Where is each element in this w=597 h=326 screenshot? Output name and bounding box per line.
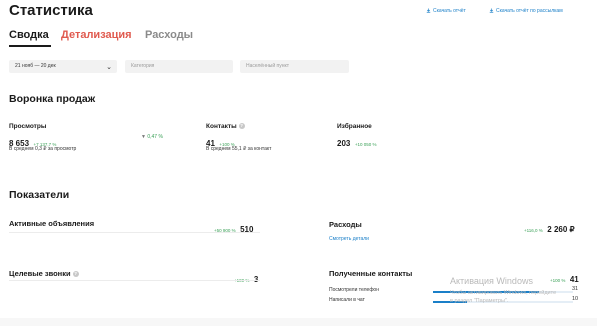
viewed-phone-value: 31 xyxy=(572,286,579,292)
windows-watermark-line3: в раздел "Параметры". xyxy=(450,298,509,304)
favorites-value: 203 xyxy=(337,139,351,148)
active-ads-label: Активные объявления xyxy=(9,219,95,228)
download-mailing-link[interactable]: Скачать отчёт по рассылкам xyxy=(489,8,563,14)
viewed-phone-label: Посмотрели телефон xyxy=(329,287,379,293)
tab-expenses[interactable]: Расходы xyxy=(145,29,193,41)
bottom-strip xyxy=(0,318,597,326)
category-input[interactable]: Категория xyxy=(125,60,233,73)
download-icon xyxy=(489,8,494,13)
chevron-down-icon: ⌄ xyxy=(106,64,112,71)
funnel-title: Воронка продаж xyxy=(9,93,96,105)
location-placeholder: Населённый пункт xyxy=(246,63,290,69)
page-title: Статистика xyxy=(9,2,93,19)
category-placeholder: Категория xyxy=(131,63,155,69)
info-icon[interactable]: ? xyxy=(72,271,79,278)
conversion-value: 0,47 % xyxy=(147,134,163,140)
target-calls-label-row: Целевые звонки? xyxy=(9,269,79,278)
received-contacts-label: Полученные контакты xyxy=(329,269,413,278)
conversion-arrow-icon: ▼ xyxy=(141,134,146,140)
active-ads-value-row: +50 900 % 510 xyxy=(214,219,253,237)
contacts-label-row: Контакты? xyxy=(206,123,245,130)
target-calls-value-row: +100 % 3 xyxy=(234,269,258,287)
windows-watermark-title: Активация Windows xyxy=(450,276,533,286)
download-report-label: Скачать отчёт xyxy=(433,8,466,14)
wrote-chat-value: 10 xyxy=(572,296,579,302)
contacts-label: Контакты xyxy=(206,123,237,130)
favorites-label: Избранное xyxy=(337,123,372,130)
download-mailing-label: Скачать отчёт по рассылкам xyxy=(496,8,563,14)
expenses-delta: +116,0 % xyxy=(524,228,543,233)
metrics-title: Показатели xyxy=(9,189,70,201)
tab-details[interactable]: Детализация xyxy=(61,29,132,41)
views-label: Просмотры xyxy=(9,123,47,130)
tab-summary[interactable]: Сводка xyxy=(9,29,49,41)
windows-watermark-line2: Чтобы активировать Windows, перейдите xyxy=(450,290,557,296)
expenses-value-row: +116,0 % 2 260 ₽ xyxy=(524,219,575,237)
target-calls-divider xyxy=(9,280,260,281)
expenses-value: 2 260 ₽ xyxy=(547,225,575,234)
active-tab-indicator xyxy=(9,45,51,47)
target-calls-label: Целевые звонки xyxy=(9,269,71,278)
expenses-details-link[interactable]: Смотреть детали xyxy=(329,236,369,242)
views-note: В среднем 0,3 ₽ за просмотр xyxy=(9,146,77,152)
contacts-note: В среднем 55,1 ₽ за контакт xyxy=(206,146,272,152)
conversion-indicator: ▼ 0,47 % xyxy=(141,134,163,140)
favorites-delta: +10 050 % xyxy=(354,142,377,147)
date-range-value: 21 нояб — 20 дек xyxy=(15,63,56,69)
date-range-select[interactable]: 21 нояб — 20 дек ⌄ xyxy=(9,60,117,73)
received-contacts-value-row: +100 % 41 xyxy=(550,269,579,287)
location-input[interactable]: Населённый пункт xyxy=(240,60,349,73)
wrote-chat-label: Написали в чат xyxy=(329,297,365,303)
download-icon xyxy=(426,8,431,13)
download-report-link[interactable]: Скачать отчёт xyxy=(426,8,466,14)
active-ads-divider xyxy=(9,232,260,233)
expenses-label: Расходы xyxy=(329,220,362,229)
received-contacts-delta: +100 % xyxy=(550,278,566,283)
info-icon[interactable]: ? xyxy=(238,123,245,130)
received-contacts-value: 41 xyxy=(569,275,579,284)
favorites-value-row: 203 +10 050 % xyxy=(337,133,376,151)
